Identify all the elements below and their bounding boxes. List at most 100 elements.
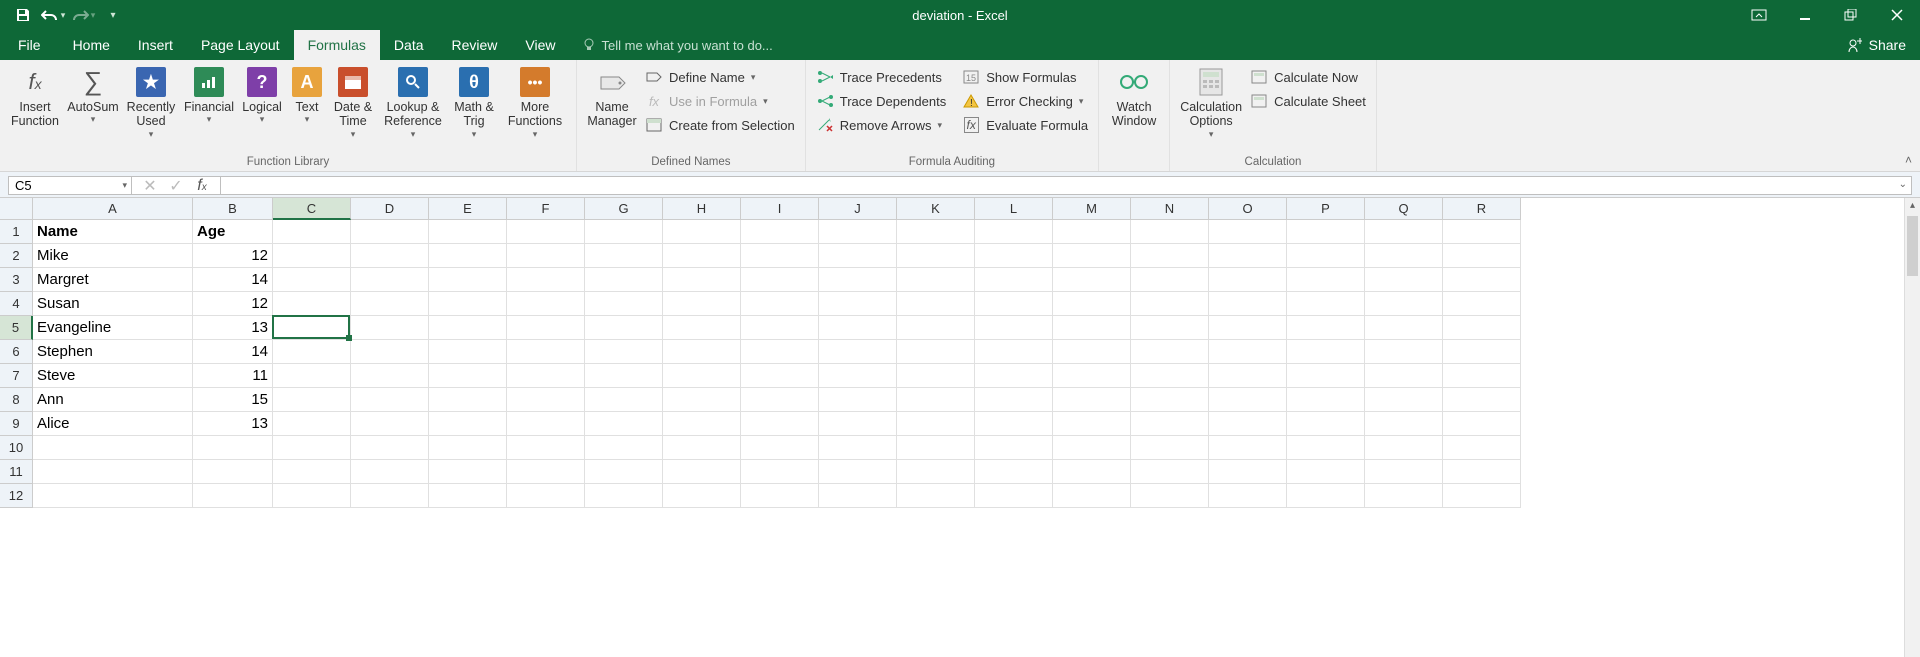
cell[interactable]	[507, 412, 585, 436]
cell[interactable]	[585, 412, 663, 436]
cell[interactable]	[897, 436, 975, 460]
cell[interactable]	[585, 292, 663, 316]
cell[interactable]	[663, 460, 741, 484]
cell[interactable]	[975, 268, 1053, 292]
cell[interactable]: Mike	[33, 244, 193, 268]
cell[interactable]: Margret	[33, 268, 193, 292]
evaluate-formula-button[interactable]: fxEvaluate Formula	[958, 114, 1092, 136]
cell[interactable]	[1131, 412, 1209, 436]
column-header[interactable]: A	[33, 198, 193, 220]
cell[interactable]	[193, 460, 273, 484]
row-header[interactable]: 9	[0, 412, 33, 436]
cell[interactable]	[1131, 268, 1209, 292]
cell[interactable]	[663, 388, 741, 412]
cell[interactable]	[1287, 484, 1365, 508]
cell[interactable]	[741, 268, 819, 292]
cell[interactable]	[975, 388, 1053, 412]
cell[interactable]	[585, 244, 663, 268]
cell[interactable]	[1131, 388, 1209, 412]
cell[interactable]	[1053, 412, 1131, 436]
undo-icon[interactable]: ▾	[40, 2, 66, 28]
cell[interactable]	[741, 340, 819, 364]
cell[interactable]	[351, 364, 429, 388]
row-header[interactable]: 5	[0, 316, 33, 340]
cell[interactable]	[351, 244, 429, 268]
cell[interactable]: Evangeline	[33, 316, 193, 340]
row-header[interactable]: 4	[0, 292, 33, 316]
cell[interactable]	[975, 244, 1053, 268]
cell[interactable]	[1053, 244, 1131, 268]
scroll-thumb[interactable]	[1907, 216, 1918, 276]
cell[interactable]	[273, 436, 351, 460]
show-formulas-button[interactable]: 15Show Formulas	[958, 66, 1092, 88]
cell[interactable]	[1209, 484, 1287, 508]
tab-page-layout[interactable]: Page Layout	[187, 30, 294, 60]
cell[interactable]	[1053, 388, 1131, 412]
cell[interactable]	[1131, 436, 1209, 460]
cell[interactable]	[1287, 220, 1365, 244]
cell[interactable]	[351, 220, 429, 244]
cell[interactable]	[33, 460, 193, 484]
cell[interactable]	[1287, 316, 1365, 340]
cell[interactable]	[1443, 244, 1521, 268]
calculate-now-button[interactable]: Calculate Now	[1246, 66, 1370, 88]
cell[interactable]	[1053, 316, 1131, 340]
cell[interactable]	[1131, 292, 1209, 316]
cell[interactable]	[975, 460, 1053, 484]
cell[interactable]	[1287, 388, 1365, 412]
cell[interactable]	[975, 412, 1053, 436]
column-header[interactable]: C	[273, 198, 351, 220]
cell[interactable]	[273, 316, 351, 340]
cell[interactable]	[429, 244, 507, 268]
cell[interactable]	[1209, 436, 1287, 460]
cell[interactable]	[741, 364, 819, 388]
cell[interactable]: 12	[193, 244, 273, 268]
save-icon[interactable]	[10, 2, 36, 28]
cell[interactable]	[1287, 412, 1365, 436]
cell[interactable]	[1287, 364, 1365, 388]
cell[interactable]	[351, 316, 429, 340]
column-header[interactable]: B	[193, 198, 273, 220]
remove-arrows-button[interactable]: Remove Arrows ▾	[812, 114, 950, 136]
cell[interactable]	[507, 460, 585, 484]
tab-data[interactable]: Data	[380, 30, 438, 60]
cell[interactable]	[1287, 340, 1365, 364]
trace-precedents-button[interactable]: Trace Precedents	[812, 66, 950, 88]
cell[interactable]	[429, 388, 507, 412]
redo-icon[interactable]: ▾	[70, 2, 96, 28]
cell[interactable]	[507, 388, 585, 412]
column-header[interactable]: H	[663, 198, 741, 220]
cell[interactable]	[1209, 364, 1287, 388]
column-header[interactable]: K	[897, 198, 975, 220]
cell[interactable]	[663, 412, 741, 436]
cell[interactable]	[273, 364, 351, 388]
row-header[interactable]: 3	[0, 268, 33, 292]
cell[interactable]	[585, 436, 663, 460]
maximize-button[interactable]	[1828, 0, 1874, 30]
cell[interactable]	[1443, 436, 1521, 460]
cell[interactable]	[1131, 244, 1209, 268]
column-header[interactable]: I	[741, 198, 819, 220]
cell[interactable]	[663, 268, 741, 292]
cell[interactable]	[1209, 388, 1287, 412]
cell[interactable]	[273, 340, 351, 364]
column-header[interactable]: R	[1443, 198, 1521, 220]
select-all-corner[interactable]	[0, 198, 33, 220]
cell[interactable]	[819, 364, 897, 388]
cell[interactable]	[819, 388, 897, 412]
cell[interactable]	[351, 484, 429, 508]
cell[interactable]	[1053, 484, 1131, 508]
cell[interactable]	[507, 340, 585, 364]
cell[interactable]	[429, 460, 507, 484]
row-header[interactable]: 8	[0, 388, 33, 412]
lookup-reference-button[interactable]: Lookup & Reference▾	[378, 62, 448, 139]
tab-home[interactable]: Home	[59, 30, 124, 60]
cell[interactable]	[429, 220, 507, 244]
cell[interactable]	[1443, 388, 1521, 412]
cell[interactable]	[975, 316, 1053, 340]
cell[interactable]	[351, 388, 429, 412]
cell[interactable]	[193, 436, 273, 460]
vertical-scrollbar[interactable]: ▴	[1904, 198, 1920, 657]
column-header[interactable]: Q	[1365, 198, 1443, 220]
cell[interactable]	[975, 436, 1053, 460]
